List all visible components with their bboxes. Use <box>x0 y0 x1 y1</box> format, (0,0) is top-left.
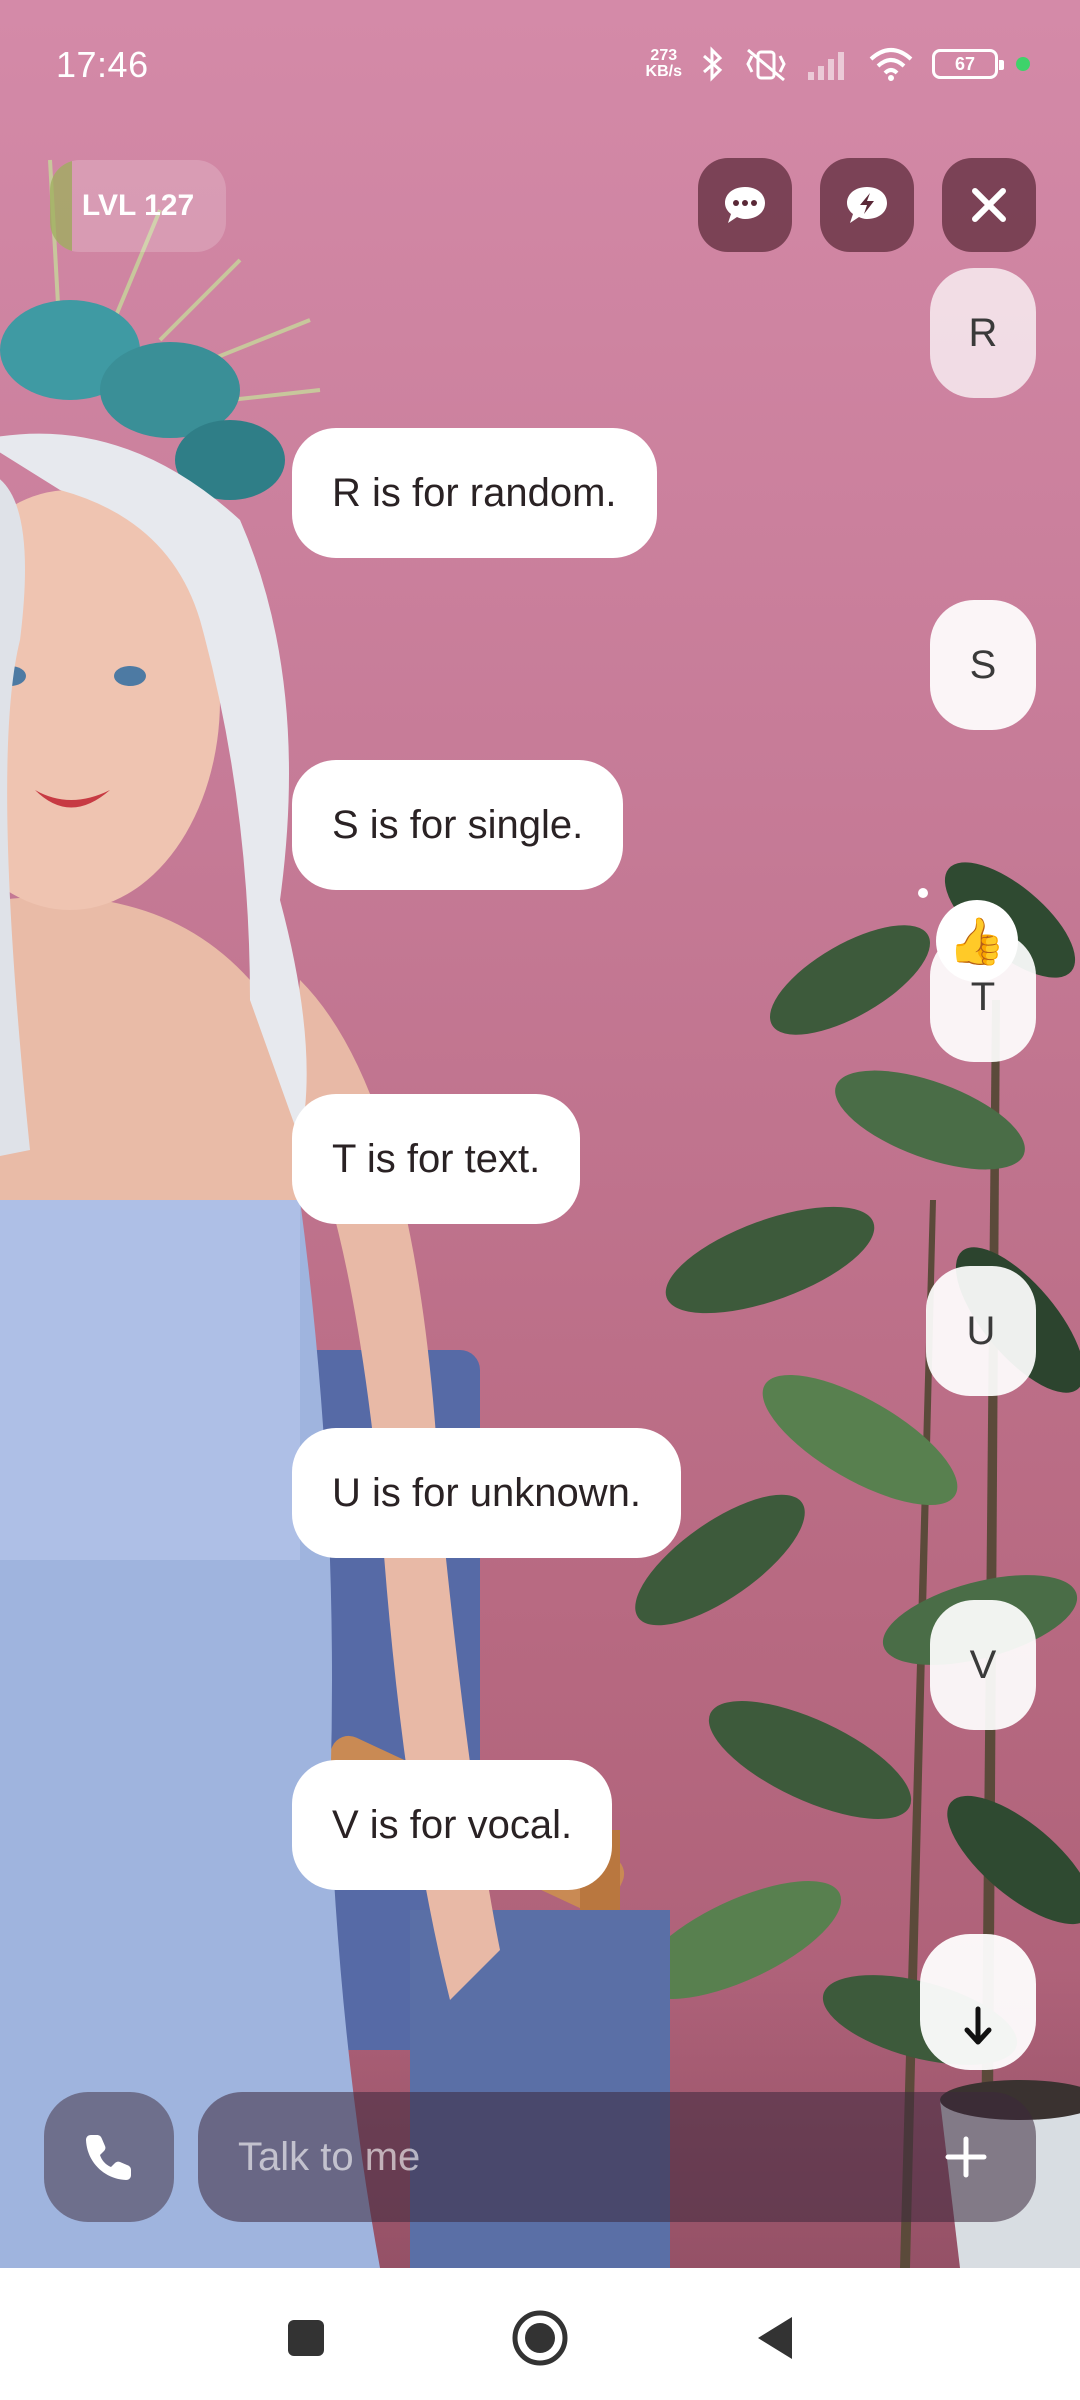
user-message[interactable]: U <box>926 1266 1036 1396</box>
thumbs-up-icon: 👍 <box>948 914 1006 967</box>
bot-message[interactable]: T is for text. <box>292 1094 581 1224</box>
net-speed-value: 273 <box>650 47 678 64</box>
bot-message[interactable]: U is for unknown. <box>292 1428 682 1558</box>
navigation-bar <box>0 2268 1080 2400</box>
battery-level: 67 <box>954 53 976 74</box>
message-text: V is for vocal. <box>332 1802 573 1847</box>
message-composer[interactable] <box>198 2092 1036 2222</box>
close-icon <box>972 188 1006 222</box>
call-button[interactable] <box>44 2092 174 2222</box>
bot-message[interactable]: V is for vocal. <box>292 1760 613 1890</box>
chat-bubble-icon <box>725 187 765 223</box>
charging-dot <box>1016 57 1030 71</box>
user-message[interactable]: V <box>930 1600 1036 1730</box>
message-text: S is for single. <box>332 802 584 847</box>
bot-message[interactable]: R is for random. <box>292 428 657 558</box>
recents-button[interactable] <box>266 2298 346 2378</box>
attach-button[interactable] <box>936 2127 996 2187</box>
back-icon <box>758 2317 792 2359</box>
net-speed: 273 KB/s <box>646 48 682 80</box>
scroll-to-bottom-button[interactable] <box>920 1934 1036 2070</box>
bluetooth-icon <box>703 46 723 82</box>
message-input[interactable] <box>238 2134 936 2180</box>
message-text: U <box>966 1308 996 1353</box>
message-text: T is for text. <box>332 1136 541 1181</box>
bot-message[interactable]: S is for single. <box>292 760 624 890</box>
phone-icon <box>86 2135 131 2180</box>
home-button[interactable] <box>500 2298 580 2378</box>
message-text: R is for random. <box>332 470 617 515</box>
back-button[interactable] <box>734 2298 814 2378</box>
battery-icon: 67 <box>932 49 1004 79</box>
user-message[interactable]: R <box>930 268 1036 398</box>
close-button[interactable] <box>942 158 1036 252</box>
message-text: U is for unknown. <box>332 1470 642 1515</box>
signal-icon <box>808 52 844 80</box>
quick-chat-button[interactable] <box>820 158 914 252</box>
mute-vibrate-icon <box>746 48 786 82</box>
net-speed-unit: KB/s <box>645 63 682 80</box>
home-icon <box>512 2310 568 2366</box>
message-text: S <box>969 642 997 687</box>
bolt-chat-icon <box>847 187 887 223</box>
level-label: LVL 127 <box>81 189 195 222</box>
message-text: V <box>969 1642 997 1687</box>
wifi-icon <box>869 48 913 81</box>
reaction-badge[interactable]: 👍 <box>936 900 1018 982</box>
status-time: 17:46 <box>56 44 149 85</box>
user-message[interactable]: S <box>930 600 1036 730</box>
plus-icon <box>945 2136 987 2178</box>
reaction-dot <box>918 888 928 898</box>
level-badge[interactable]: LVL 127 <box>50 160 226 252</box>
chat-mode-button[interactable] <box>698 158 792 252</box>
recents-icon <box>288 2320 324 2356</box>
message-text: R <box>968 310 998 355</box>
status-icons: 273 KB/s 67 <box>646 44 1030 84</box>
arrow-down-icon <box>964 2006 992 2045</box>
status-bar: 17:46 273 KB/s 67 <box>0 0 1080 130</box>
